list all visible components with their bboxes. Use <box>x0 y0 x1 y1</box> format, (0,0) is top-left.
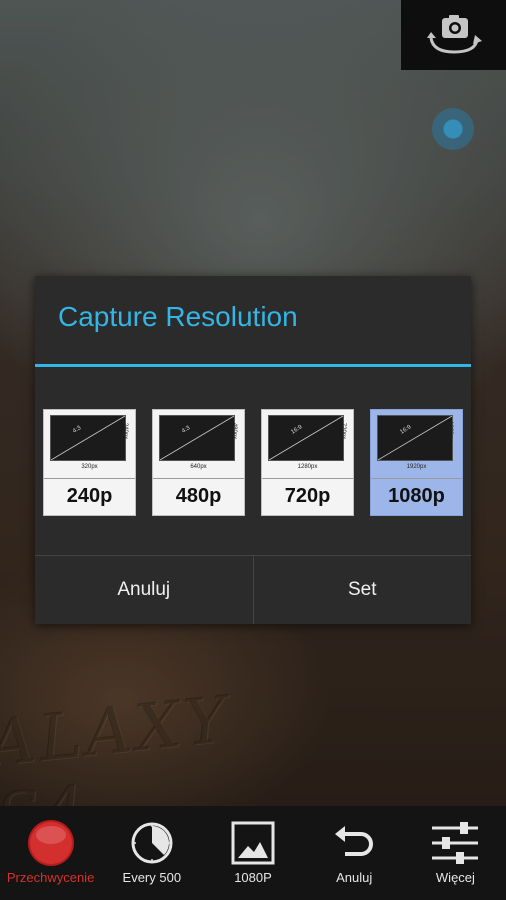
option-480p[interactable]: 4:3 480px 640px 480p <box>152 409 245 516</box>
resolution-label: 720p <box>284 485 331 507</box>
screen-icon: 16:9 <box>268 415 344 461</box>
resolution-thumbnail: 4:3 240px 320px <box>44 410 135 479</box>
tool-resolution[interactable]: 1080P <box>202 806 303 900</box>
image-icon <box>231 821 275 865</box>
tool-interval[interactable]: Every 500 <box>101 806 202 900</box>
width-label: 1280px <box>297 464 318 470</box>
tool-label: 1080P <box>234 870 272 885</box>
screen-icon: 4:3 <box>159 415 235 461</box>
height-label: 240px <box>121 422 128 440</box>
tool-label: Przechwycenie <box>6 870 95 885</box>
tool-more[interactable]: Więcej <box>405 806 506 900</box>
dialog-title: Capture Resolution <box>58 301 298 332</box>
capture-resolution-dialog: Capture Resolution 4:3 240px 320px 240p … <box>35 276 471 624</box>
tool-label: Anuluj <box>336 870 373 885</box>
width-label: 320px <box>81 464 98 470</box>
height-label: 720px <box>339 422 346 440</box>
set-button[interactable]: Set <box>252 556 472 624</box>
option-720p[interactable]: 16:9 720px 1280px 720p <box>261 409 354 516</box>
screen-icon: 4:3 <box>50 415 126 461</box>
width-label: 640px <box>190 464 207 470</box>
tool-label: Więcej <box>435 870 475 885</box>
record-icon <box>27 820 74 866</box>
bottom-toolbar: Przechwycenie Every 500 1080P Anuluj Wię… <box>0 806 506 900</box>
resolution-options: 4:3 240px 320px 240p 4:3 480px 640px 480… <box>35 367 471 554</box>
sliders-icon <box>432 822 479 864</box>
undo-icon <box>335 826 374 856</box>
option-1080p[interactable]: 16:9 1080px 1920px 1080p <box>370 409 463 516</box>
resolution-label: 480p <box>175 485 222 507</box>
cancel-button[interactable]: Anuluj <box>35 556 253 624</box>
option-240p[interactable]: 4:3 240px 320px 240p <box>43 409 136 516</box>
resolution-label: 240p <box>66 485 113 507</box>
width-label: 1920px <box>406 464 427 470</box>
tool-capture[interactable]: Przechwycenie <box>0 806 101 900</box>
resolution-thumbnail: 16:9 1080px 1920px <box>371 410 462 479</box>
resolution-thumbnail: 16:9 720px 1280px <box>262 410 353 479</box>
timer-icon <box>131 822 173 864</box>
screen-icon: 16:9 <box>377 415 453 461</box>
height-label: 1080px <box>447 421 454 441</box>
resolution-thumbnail: 4:3 480px 640px <box>153 410 244 479</box>
tool-undo[interactable]: Anuluj <box>304 806 405 900</box>
height-label: 480px <box>230 422 237 440</box>
dialog-buttons: Anuluj Set <box>35 555 471 624</box>
tool-label: Every 500 <box>122 870 182 885</box>
resolution-label: 1080p <box>388 485 445 507</box>
